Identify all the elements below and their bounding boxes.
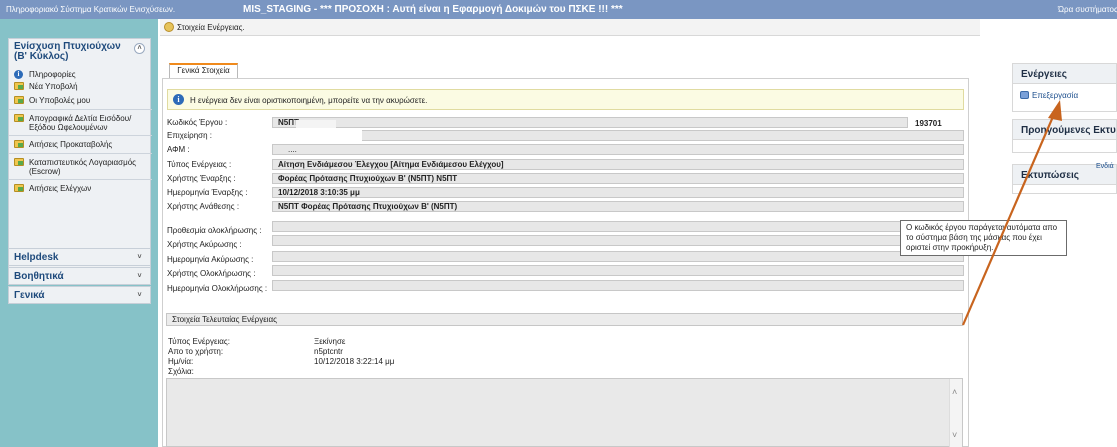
- app-name: Πληροφοριακό Σύστημα Κρατικών Ενισχύσεων…: [6, 5, 176, 14]
- edit-link[interactable]: Επεξεργασία: [1020, 91, 1078, 100]
- sidebar-panel-tools[interactable]: Βοηθητικά ˅: [8, 267, 151, 285]
- page-icon: [164, 22, 174, 32]
- chevron-down-icon[interactable]: ˅: [134, 291, 145, 302]
- comments-textarea[interactable]: ˄ ˅: [166, 378, 963, 447]
- field-value-complete-user: [272, 265, 964, 276]
- field-value-project-code: Ν5ΠΤ-: [272, 117, 908, 128]
- folder-icon: [14, 114, 26, 123]
- info-icon: i: [14, 70, 26, 79]
- last-action-value-type: Ξεκίνησε: [314, 337, 346, 346]
- folder-icon: [14, 82, 26, 91]
- collapse-up-icon[interactable]: ˄: [134, 43, 145, 54]
- sidebar-panel-main: Ενίσχυση Πτυχιούχων (Β' Κύκλος) ˄ i Πληρ…: [8, 38, 152, 270]
- actions-box: Ενέργειες: [1012, 63, 1117, 112]
- right-panel: Ενέργειες Επεξεργασία Προηγούμενες Εκτυπ…: [1012, 63, 1117, 447]
- scroll-up-icon[interactable]: ˄: [952, 387, 957, 397]
- sidebar-panel-title[interactable]: Ενίσχυση Πτυχιούχων (Β' Κύκλος) ˄: [9, 39, 150, 65]
- field-label-start-date: Ημερομηνία Έναρξης :: [167, 188, 248, 197]
- field-value-cancel-user: [272, 235, 964, 246]
- previous-prints-title: Προηγούμενες Εκτυπώ: [1013, 120, 1116, 140]
- top-bar: Πληροφοριακό Σύστημα Κρατικών Ενισχύσεων…: [0, 0, 1117, 19]
- status-banner: i Η ενέργεια δεν είναι οριστικοποιημένη,…: [167, 89, 964, 110]
- last-action-label-comments: Σχόλια:: [168, 367, 194, 376]
- field-value-cancel-date: [272, 251, 964, 262]
- last-action-value-date: 10/12/2018 3:22:14 μμ: [314, 357, 395, 366]
- folder-icon: [14, 184, 26, 193]
- field-label-complete-date: Ημερομηνία Ολοκλήρωσης :: [167, 284, 268, 293]
- field-label-project-code: Κωδικός Έργου :: [167, 118, 228, 127]
- project-code-number: 193701: [915, 119, 942, 128]
- field-label-company: Επιχείρηση :: [167, 131, 213, 140]
- last-action-label-user: Απο το χρήστη:: [168, 347, 224, 356]
- last-action-header: Στοιχεία Τελευταίας Ενέργειας: [166, 313, 963, 326]
- tab-general-info[interactable]: Γενικά Στοιχεία: [169, 63, 238, 78]
- field-value-complete-date: [272, 280, 964, 291]
- field-label-complete-user: Χρήστης Ολοκλήρωσης :: [167, 269, 256, 278]
- field-label-cancel-user: Χρήστης Ακύρωσης :: [167, 240, 242, 249]
- sidebar-panel-general[interactable]: Γενικά ˅: [8, 286, 151, 304]
- info-icon: i: [173, 94, 184, 105]
- actions-title: Ενέργειες: [1013, 64, 1116, 84]
- chevron-down-icon[interactable]: ˅: [134, 253, 145, 264]
- edit-icon: [1020, 91, 1029, 99]
- field-value-vat: ....: [272, 144, 964, 155]
- scrollbar[interactable]: ˄ ˅: [949, 379, 962, 447]
- field-value-assigned-user: Ν5ΠΤ Φορέας Πρότασης Πτυχιούχων Β' (Ν5ΠΤ…: [272, 201, 964, 212]
- field-value-deadline: [272, 221, 964, 232]
- last-action-value-user: n5ptcntr: [314, 347, 343, 356]
- sidebar-panel-helpdesk[interactable]: Helpdesk ˅: [8, 248, 151, 266]
- last-action-label-type: Τύπος Ενέργειας:: [168, 337, 230, 346]
- folder-icon: [14, 158, 26, 167]
- chevron-down-icon[interactable]: ˅: [134, 272, 145, 283]
- field-value-company: [272, 130, 964, 141]
- prints-item-link[interactable]: Ενδιά: [1096, 163, 1114, 170]
- redacted-area: [296, 120, 336, 128]
- field-label-cancel-date: Ημερομηνία Ακύρωσης :: [167, 255, 254, 264]
- field-value-action-type: Αίτηση Ενδιάμεσου Έλεγχου [Αίτημα Ενδιάμ…: [272, 159, 964, 170]
- scroll-down-icon[interactable]: ˅: [952, 430, 957, 440]
- field-label-vat: ΑΦΜ :: [167, 145, 190, 154]
- field-label-assigned-user: Χρήστης Ανάθεσης :: [167, 202, 240, 211]
- field-label-deadline: Προθεσμία ολοκλήρωσης :: [167, 226, 262, 235]
- previous-prints-box: Προηγούμενες Εκτυπώ: [1012, 119, 1117, 153]
- last-action-label-date: Ημ/νία:: [168, 357, 194, 366]
- field-label-start-user: Χρήστης Έναρξης :: [167, 174, 236, 183]
- system-time: Ώρα συστήματος: 3:3: [1058, 5, 1117, 14]
- sidebar: Ενίσχυση Πτυχιούχων (Β' Κύκλος) ˄ i Πληρ…: [0, 19, 158, 447]
- breadcrumb: Στοιχεία Ενέργειας.: [160, 19, 980, 36]
- field-value-start-user: Φορέας Πρότασης Πτυχιούχων Β' (Ν5ΠΤ) Ν5Π…: [272, 173, 964, 184]
- folder-icon: [14, 140, 26, 149]
- field-value-start-date: 10/12/2018 3:10:35 μμ: [272, 187, 964, 198]
- folder-icon: [14, 96, 26, 105]
- staging-warning: MIS_STAGING - *** ΠΡΟΣΟΧΗ : Αυτή είναι η…: [243, 4, 623, 15]
- field-label-action-type: Τύπος Ενέργειας :: [167, 160, 232, 169]
- redacted-area: [272, 130, 362, 141]
